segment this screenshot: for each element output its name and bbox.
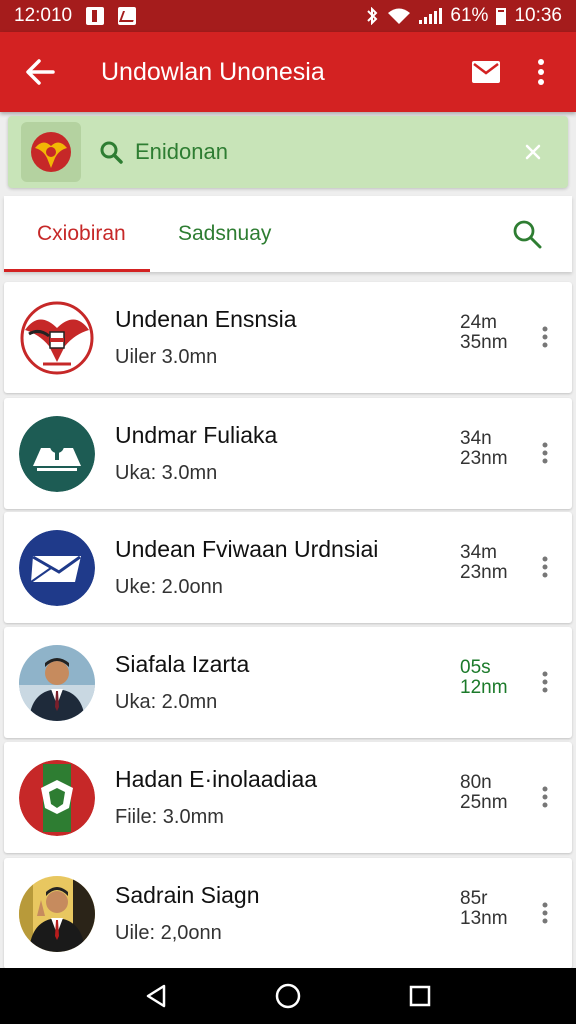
- more-vert-icon: [538, 59, 544, 85]
- more-vert-icon: [542, 442, 548, 464]
- app-title: Undowlan Unonesia: [101, 57, 325, 86]
- mail-button[interactable]: [456, 32, 516, 112]
- green-emblem-avatar: [19, 760, 95, 836]
- item-meta-primary: 24m: [460, 312, 497, 333]
- item-subtitle: Uile: 2,0onn: [115, 922, 222, 944]
- notification-icon: [86, 7, 105, 25]
- item-title: Hadan E·inolaadiaa: [115, 766, 318, 792]
- tab-first[interactable]: Cxiobiran: [4, 196, 150, 272]
- item-more-button[interactable]: [530, 657, 560, 707]
- item-more-button[interactable]: [530, 772, 560, 822]
- battery-percent: 61%: [450, 5, 489, 26]
- garuda-crest-avatar: [19, 300, 95, 376]
- nav-back-button[interactable]: [126, 968, 186, 1024]
- item-meta-primary: 80n: [460, 772, 492, 793]
- tab-bar: Cxiobiran Sadsnuay: [4, 196, 572, 272]
- item-meta-secondary: 23nm: [460, 448, 508, 469]
- item-more-button[interactable]: [530, 428, 560, 478]
- mail-icon: [472, 61, 500, 83]
- list-item[interactable]: Siafala Izarta Uka: 2.0mn 05s 12nm: [4, 627, 572, 738]
- item-more-button[interactable]: [530, 542, 560, 592]
- wifi-icon: [388, 8, 411, 24]
- tab-second[interactable]: Sadsnuay: [150, 196, 271, 272]
- item-meta-primary: 85r: [460, 888, 488, 909]
- item-meta-secondary: 25nm: [460, 792, 508, 813]
- clear-search-button[interactable]: [498, 116, 568, 188]
- arrow-back-icon: [26, 59, 55, 85]
- item-subtitle: Uke: 2.0onn: [115, 576, 223, 598]
- item-meta-secondary: 35nm: [460, 332, 508, 353]
- more-vert-icon: [542, 326, 548, 348]
- nav-home-button[interactable]: [258, 968, 318, 1024]
- overflow-menu-button[interactable]: [516, 32, 566, 112]
- image-notification-icon: [118, 7, 137, 25]
- list-item[interactable]: Sadrain Siagn Uile: 2,0onn 85r 13nm: [4, 858, 572, 969]
- item-subtitle: Uka: 2.0mn: [115, 691, 218, 713]
- app-bar: Undowlan Unonesia: [0, 32, 576, 112]
- item-subtitle: Uiler 3.0mn: [115, 346, 218, 368]
- envelope-avatar: [19, 530, 95, 606]
- tab-search-button[interactable]: [482, 196, 572, 272]
- status-time-right: 10:36: [514, 5, 562, 26]
- item-more-button[interactable]: [530, 888, 560, 938]
- building-avatar: [19, 416, 95, 492]
- item-subtitle: Fiile: 3.0mm: [115, 806, 224, 828]
- more-vert-icon: [542, 671, 548, 693]
- item-meta-secondary: 12nm: [460, 677, 508, 698]
- list-item[interactable]: Undmar Fuliaka Uka: 3.0mn 34n 23nm: [4, 398, 572, 509]
- list-item[interactable]: Hadan E·inolaadiaa Fiile: 3.0mm 80n 25nm: [4, 742, 572, 853]
- close-icon: [525, 144, 541, 160]
- nav-back-icon: [146, 984, 166, 1008]
- item-meta-secondary: 13nm: [460, 908, 508, 929]
- garuda-icon: [31, 132, 71, 172]
- search-input[interactable]: Enidonan: [135, 139, 498, 165]
- nav-recents-icon: [409, 985, 431, 1007]
- battery-icon: [496, 7, 507, 25]
- item-title: Undmar Fuliaka: [115, 422, 278, 448]
- nav-home-icon: [275, 983, 301, 1009]
- more-vert-icon: [542, 556, 548, 578]
- search-bar[interactable]: Enidonan: [8, 116, 568, 188]
- more-vert-icon: [542, 786, 548, 808]
- item-more-button[interactable]: [530, 312, 560, 362]
- system-nav-bar: [0, 968, 576, 1024]
- status-time-left: 12:010: [14, 5, 73, 26]
- garuda-emblem: [21, 122, 81, 182]
- item-meta-primary: 34n: [460, 428, 492, 449]
- item-title: Undenan Ensnsia: [115, 306, 297, 332]
- item-meta-primary: 05s: [460, 657, 491, 678]
- list-item[interactable]: Undenan Ensnsia Uiler 3.0mn 24m 35nm: [4, 282, 572, 393]
- status-bar: 12:010 61% 10:36: [0, 0, 576, 32]
- item-title: Sadrain Siagn: [115, 882, 260, 908]
- back-button[interactable]: [0, 32, 80, 112]
- item-title: Siafala Izarta: [115, 651, 250, 677]
- nav-recents-button[interactable]: [390, 968, 450, 1024]
- list-item[interactable]: Undean Fviwaan Urdnsiai Uke: 2.0onn 34m …: [4, 512, 572, 623]
- person-photo-avatar: [19, 876, 95, 952]
- signal-icon: [419, 8, 443, 24]
- search-icon: [100, 141, 123, 164]
- item-title: Undean Fviwaan Urdnsiai: [115, 536, 379, 562]
- item-meta-secondary: 23nm: [460, 562, 508, 583]
- item-subtitle: Uka: 3.0mn: [115, 462, 218, 484]
- item-meta-primary: 34m: [460, 542, 497, 563]
- person-photo-avatar: [19, 645, 95, 721]
- search-icon: [513, 220, 542, 249]
- bluetooth-icon: [367, 7, 378, 25]
- more-vert-icon: [542, 902, 548, 924]
